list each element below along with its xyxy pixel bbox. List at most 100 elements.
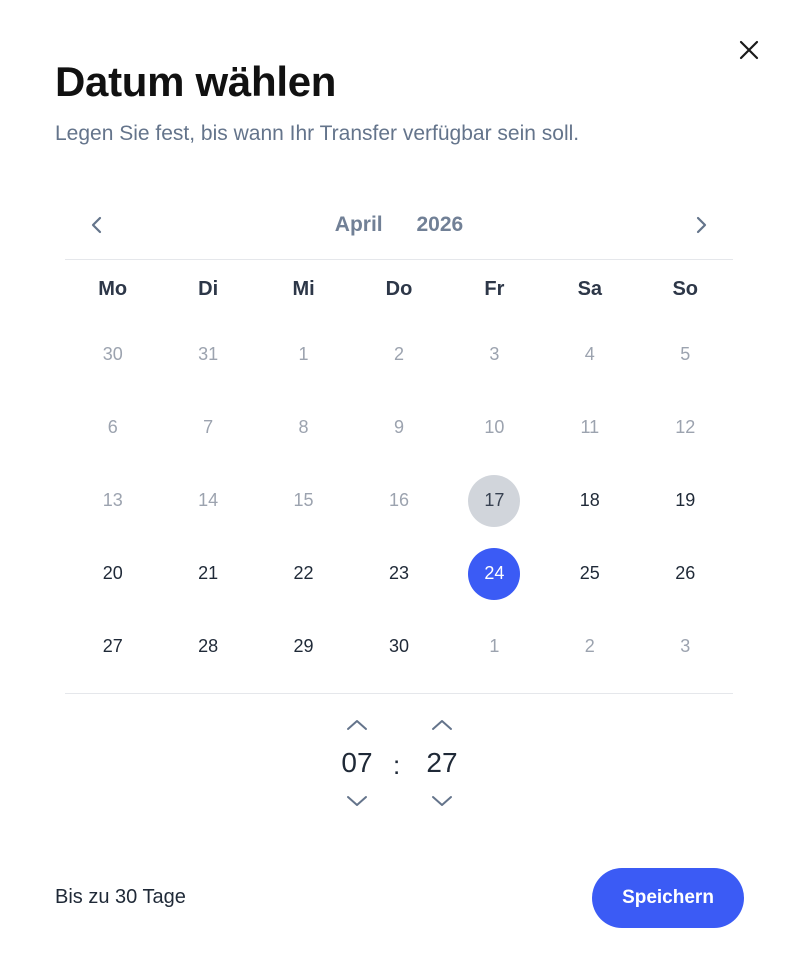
- day-number: 1: [298, 344, 309, 364]
- day-cell[interactable]: 19: [638, 464, 733, 537]
- day-number: 30: [388, 636, 409, 656]
- chevron-up-icon: [347, 720, 367, 730]
- day-cell[interactable]: 20: [65, 537, 160, 610]
- day-cell[interactable]: 27: [65, 610, 160, 683]
- chevron-up-icon: [432, 720, 452, 730]
- day-cell[interactable]: 9: [351, 391, 446, 464]
- close-icon: [739, 40, 759, 60]
- calendar-grid: 30 31 1 2 3 4 5 6 7 8 9 10 11 12 13 14 15 16 17 18 19 20 21 22 2…: [65, 318, 733, 683]
- day-cell[interactable]: 6: [65, 391, 160, 464]
- chevron-down-icon: [432, 796, 452, 806]
- day-cell[interactable]: 22: [256, 537, 351, 610]
- time-separator: :: [393, 750, 401, 780]
- day-cell[interactable]: 31: [160, 318, 255, 391]
- day-cell[interactable]: 25: [542, 537, 637, 610]
- day-number: 18: [579, 490, 600, 510]
- day-cell[interactable]: 15: [256, 464, 351, 537]
- day-number: 12: [675, 417, 696, 437]
- chevron-right-icon: [696, 216, 707, 234]
- day-number: 21: [198, 563, 219, 583]
- minute-input[interactable]: 27: [412, 738, 472, 788]
- day-cell[interactable]: 13: [65, 464, 160, 537]
- calendar-header: April 2026: [65, 200, 733, 252]
- day-cell[interactable]: 7: [160, 391, 255, 464]
- day-number: 6: [107, 417, 118, 437]
- day-cell[interactable]: 11: [542, 391, 637, 464]
- day-number: 27: [102, 636, 123, 656]
- day-number: 31: [198, 344, 219, 364]
- month-year-label: April 2026: [65, 213, 733, 237]
- day-number: 28: [198, 636, 219, 656]
- day-cell[interactable]: 3: [638, 610, 733, 683]
- weekday-label: Di: [198, 278, 219, 300]
- time-picker: 07 : 27: [0, 712, 800, 822]
- day-cell[interactable]: 18: [542, 464, 637, 537]
- weekday-label: Sa: [577, 278, 603, 300]
- day-cell[interactable]: 30: [351, 610, 446, 683]
- weekday-label: Mo: [98, 278, 128, 300]
- hour-decrement-button[interactable]: [327, 788, 387, 814]
- day-number: 8: [298, 417, 309, 437]
- minute-column: 27: [412, 712, 472, 814]
- save-button[interactable]: Speichern: [592, 868, 744, 928]
- day-number: 11: [580, 417, 600, 437]
- day-number: 7: [203, 417, 214, 437]
- weekday-row: Mo Di Mi Do Fr Sa So: [65, 278, 733, 301]
- year-select[interactable]: 2026: [416, 213, 463, 237]
- dialog-title: Datum wählen: [55, 58, 337, 105]
- day-cell[interactable]: 30: [65, 318, 160, 391]
- day-cell[interactable]: 16: [351, 464, 446, 537]
- day-cell[interactable]: 26: [638, 537, 733, 610]
- next-month-button[interactable]: [686, 210, 716, 240]
- day-cell[interactable]: 5: [638, 318, 733, 391]
- minute-decrement-button[interactable]: [412, 788, 472, 814]
- month-select[interactable]: April: [335, 213, 383, 237]
- day-number: 10: [484, 417, 505, 437]
- day-number: 25: [579, 563, 600, 583]
- day-number: 1: [489, 636, 500, 656]
- day-cell[interactable]: 3: [447, 318, 542, 391]
- weekday-label: Do: [385, 278, 413, 300]
- day-number: 26: [675, 563, 696, 583]
- day-cell[interactable]: 10: [447, 391, 542, 464]
- dialog-subtitle: Legen Sie fest, bis wann Ihr Transfer ve…: [55, 122, 580, 145]
- close-button[interactable]: [733, 34, 765, 66]
- day-number: 24: [468, 547, 521, 600]
- day-number: 29: [293, 636, 314, 656]
- minute-increment-button[interactable]: [412, 712, 472, 738]
- day-cell[interactable]: 14: [160, 464, 255, 537]
- day-number: 20: [102, 563, 123, 583]
- day-cell-selected[interactable]: 24: [447, 537, 542, 610]
- day-number: 22: [293, 563, 314, 583]
- day-cell[interactable]: 12: [638, 391, 733, 464]
- day-cell[interactable]: 4: [542, 318, 637, 391]
- day-cell[interactable]: 2: [542, 610, 637, 683]
- weekday-label: Mi: [292, 278, 315, 300]
- weekday-label: So: [672, 278, 699, 300]
- day-cell[interactable]: 23: [351, 537, 446, 610]
- calendar-top-divider: [65, 259, 733, 260]
- day-number: 5: [680, 344, 691, 364]
- day-number: 2: [393, 344, 404, 364]
- day-number: 16: [388, 490, 409, 510]
- weekday-label: Fr: [484, 278, 505, 300]
- day-cell-today[interactable]: 17: [447, 464, 542, 537]
- day-cell[interactable]: 28: [160, 610, 255, 683]
- expiry-note: Bis zu 30 Tage: [55, 886, 186, 908]
- calendar-bottom-divider: [65, 693, 733, 694]
- day-number: 30: [102, 344, 123, 364]
- day-number: 23: [388, 563, 409, 583]
- day-cell[interactable]: 1: [256, 318, 351, 391]
- day-cell[interactable]: 1: [447, 610, 542, 683]
- day-number: 13: [102, 490, 123, 510]
- day-number: 3: [680, 636, 691, 656]
- day-cell[interactable]: 29: [256, 610, 351, 683]
- hour-increment-button[interactable]: [327, 712, 387, 738]
- day-cell[interactable]: 8: [256, 391, 351, 464]
- day-cell[interactable]: 21: [160, 537, 255, 610]
- day-number: 4: [584, 344, 595, 364]
- day-number: 17: [468, 474, 521, 527]
- hour-input[interactable]: 07: [327, 738, 387, 788]
- hour-column: 07: [327, 712, 387, 814]
- day-cell[interactable]: 2: [351, 318, 446, 391]
